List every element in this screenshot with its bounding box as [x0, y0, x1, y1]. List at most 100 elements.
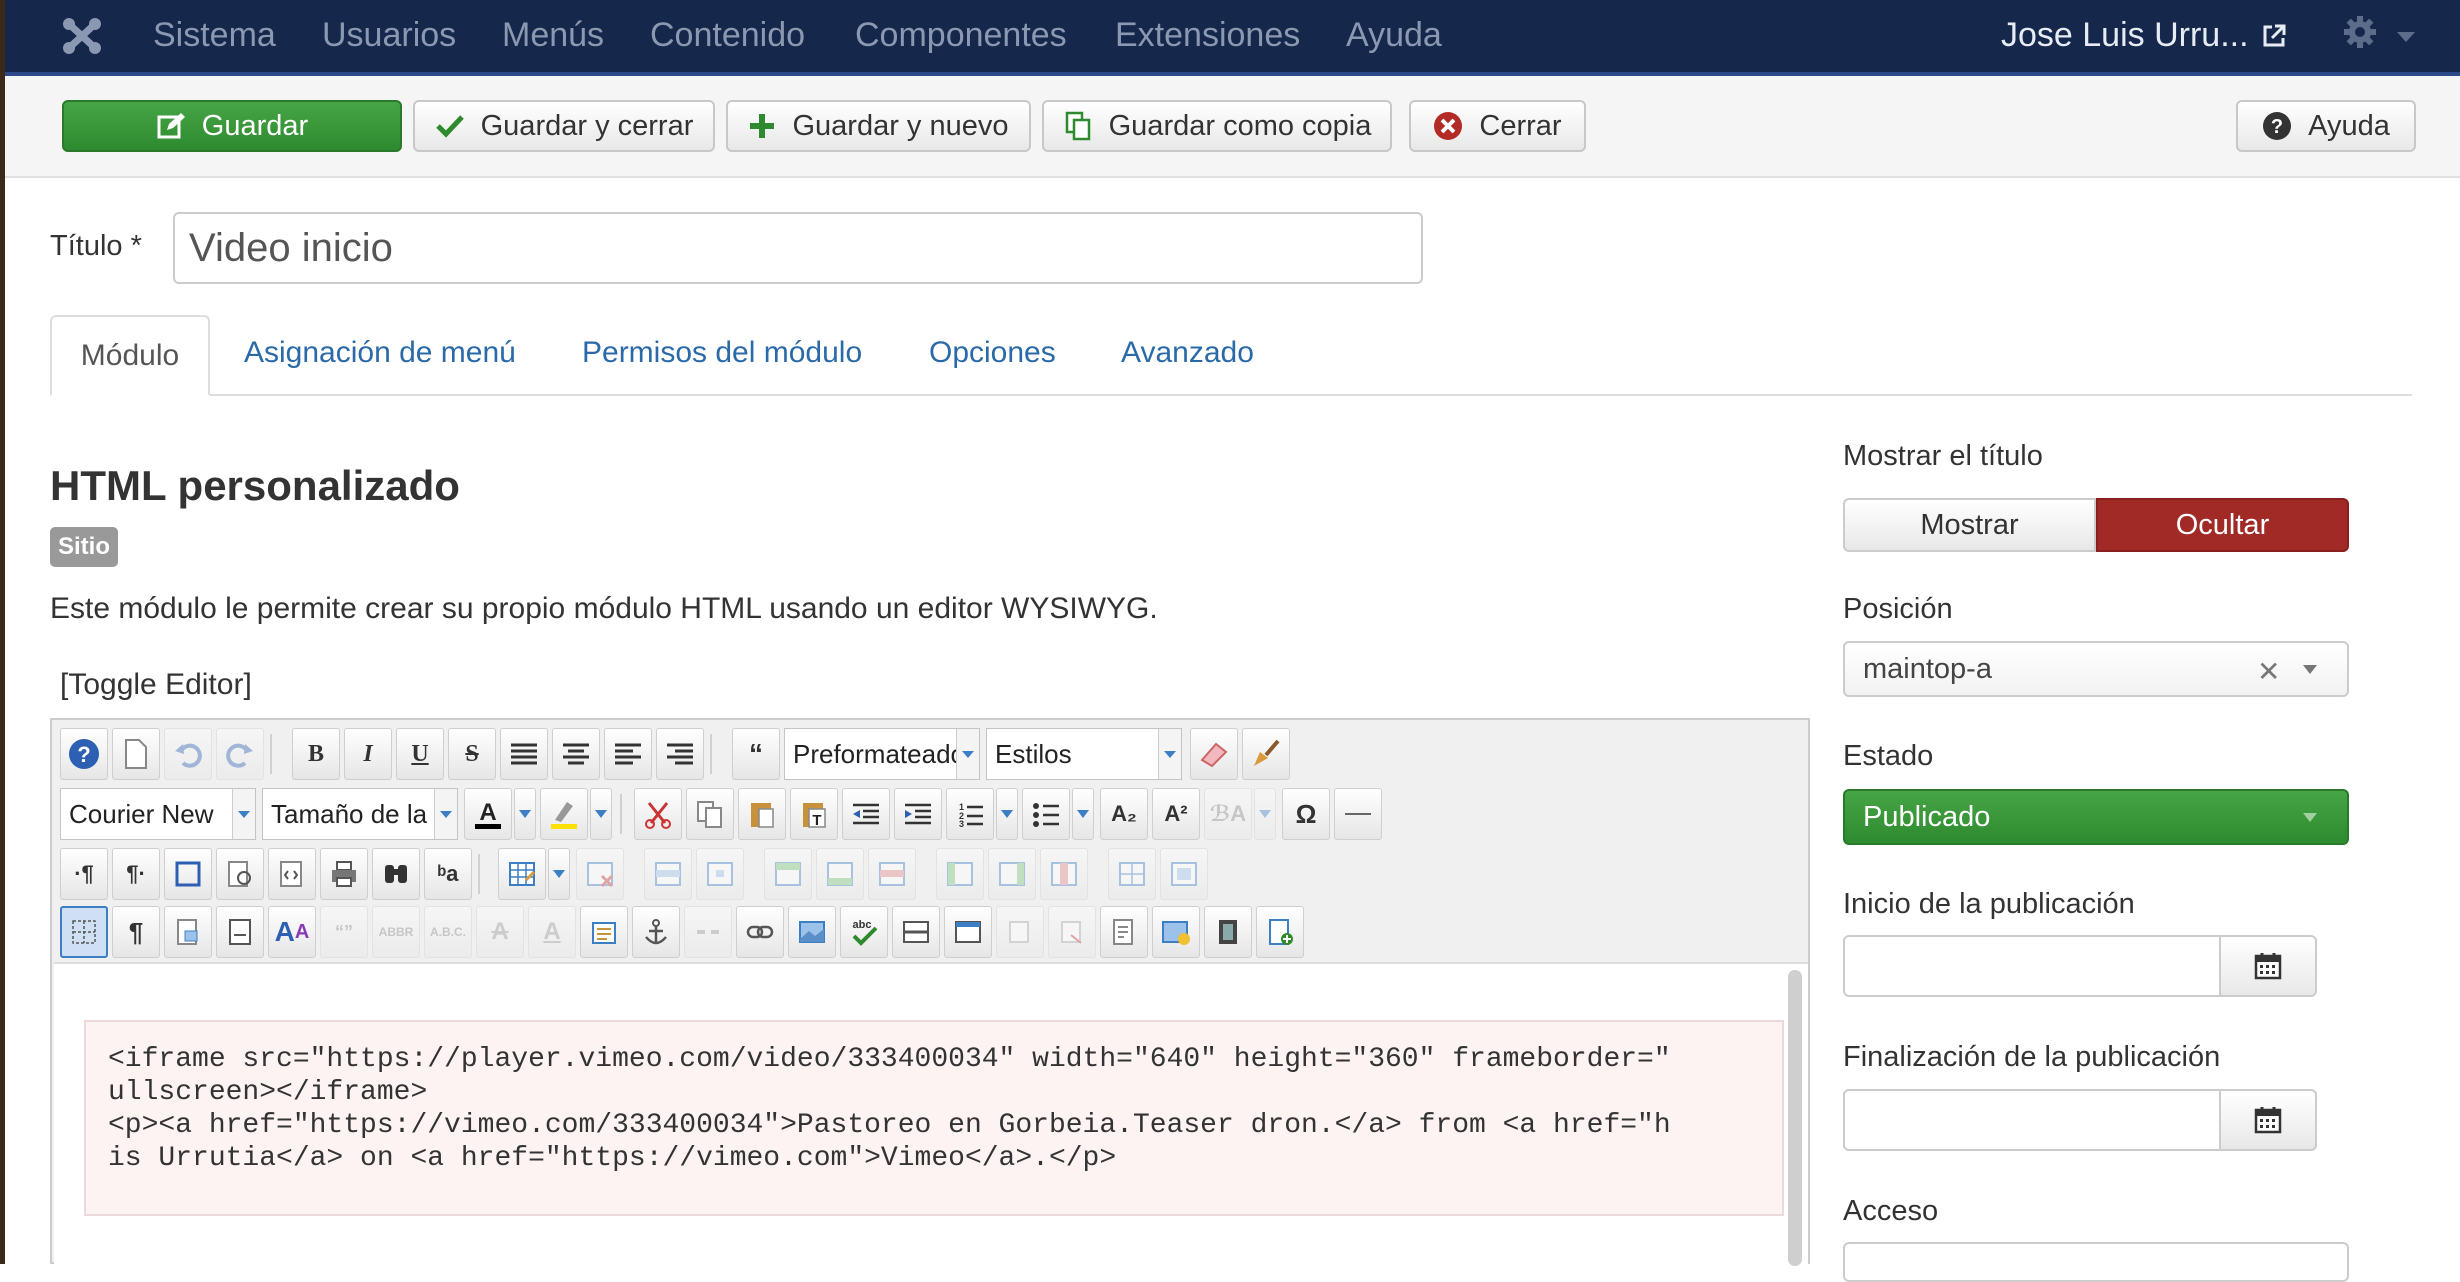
- publish-down-input[interactable]: [1843, 1089, 2221, 1151]
- page-break-icon[interactable]: [216, 906, 264, 958]
- nav-sistema[interactable]: Sistema: [153, 16, 276, 55]
- publish-up-calendar-button[interactable]: [2219, 935, 2317, 997]
- row-props-icon[interactable]: [644, 848, 692, 900]
- nav-extensiones[interactable]: Extensiones: [1115, 16, 1300, 55]
- insert-table-dropdown[interactable]: [548, 848, 570, 900]
- save-button[interactable]: Guardar: [62, 100, 402, 152]
- numbered-list-dropdown[interactable]: [996, 788, 1018, 840]
- bullet-list-icon[interactable]: [1022, 788, 1070, 840]
- eraser-icon[interactable]: [1190, 728, 1238, 780]
- editor-scrollbar-thumb[interactable]: [1788, 970, 1802, 1266]
- nav-ayuda[interactable]: Ayuda: [1346, 16, 1442, 55]
- image-icon[interactable]: [788, 906, 836, 958]
- paste-text-icon[interactable]: T: [790, 788, 838, 840]
- paste-icon[interactable]: [738, 788, 786, 840]
- outdent-icon[interactable]: [842, 788, 890, 840]
- tab-avanzado[interactable]: Avanzado: [1121, 336, 1254, 370]
- move-forward-icon[interactable]: [996, 906, 1044, 958]
- highlight-color-icon[interactable]: [540, 788, 588, 840]
- state-select[interactable]: Publicado: [1843, 789, 2349, 845]
- save-new-button[interactable]: Guardar y nuevo: [726, 100, 1031, 152]
- horizontal-rule-icon[interactable]: [1334, 788, 1382, 840]
- font-family-select[interactable]: Courier New: [60, 788, 256, 840]
- copy-icon[interactable]: [686, 788, 734, 840]
- italic-icon[interactable]: I: [344, 728, 392, 780]
- tab-asignacion-menu[interactable]: Asignación de menú: [244, 336, 516, 370]
- joomla-logo-icon[interactable]: [59, 14, 105, 58]
- underline-icon[interactable]: U: [396, 728, 444, 780]
- delete-col-icon[interactable]: [1040, 848, 1088, 900]
- layer-icon[interactable]: [944, 906, 992, 958]
- indent-icon[interactable]: [894, 788, 942, 840]
- tab-opciones[interactable]: Opciones: [929, 336, 1056, 370]
- tab-modulo[interactable]: Módulo: [50, 315, 210, 396]
- link-icon[interactable]: [736, 906, 784, 958]
- text-color-icon[interactable]: A: [464, 788, 512, 840]
- strikethrough-icon[interactable]: S: [448, 728, 496, 780]
- embed-media-icon[interactable]: [1100, 906, 1148, 958]
- delete-icon[interactable]: A: [476, 906, 524, 958]
- spellcheck-icon[interactable]: abc: [840, 906, 888, 958]
- brush-icon[interactable]: [1242, 728, 1290, 780]
- cite-icon[interactable]: “”: [320, 906, 368, 958]
- close-button[interactable]: Cerrar: [1409, 100, 1586, 152]
- help-button[interactable]: ? Ayuda: [2236, 100, 2416, 152]
- attributes-icon[interactable]: [580, 906, 628, 958]
- subscript-icon[interactable]: A₂: [1100, 788, 1148, 840]
- blockquote-icon[interactable]: “: [732, 728, 780, 780]
- access-select[interactable]: [1843, 1242, 2349, 1282]
- insert-icon[interactable]: A: [528, 906, 576, 958]
- nav-usuarios[interactable]: Usuarios: [322, 16, 456, 55]
- font-size-select[interactable]: Tamaño de la: [262, 788, 458, 840]
- save-close-button[interactable]: Guardar y cerrar: [413, 100, 715, 152]
- horizontal-line-icon[interactable]: [892, 906, 940, 958]
- text-color-dropdown[interactable]: [514, 788, 536, 840]
- numbered-list-icon[interactable]: 123: [946, 788, 994, 840]
- move-backward-icon[interactable]: [1048, 906, 1096, 958]
- source-code-icon[interactable]: [268, 848, 316, 900]
- tab-permisos[interactable]: Permisos del módulo: [582, 336, 862, 370]
- image-manager-icon[interactable]: [1152, 906, 1200, 958]
- chevron-down-icon[interactable]: [2303, 665, 2317, 674]
- acronym-icon[interactable]: A.B.C.: [424, 906, 472, 958]
- find-icon[interactable]: [372, 848, 420, 900]
- abbr-icon[interactable]: ABBR: [372, 906, 420, 958]
- show-blocks-icon[interactable]: ¶: [112, 906, 160, 958]
- user-menu[interactable]: Jose Luis Urru...: [2001, 16, 2249, 55]
- nav-contenido[interactable]: Contenido: [650, 16, 805, 55]
- superscript-icon[interactable]: A²: [1152, 788, 1200, 840]
- justify-full-icon[interactable]: [500, 728, 548, 780]
- styles-select[interactable]: Estilos: [986, 728, 1182, 780]
- publish-up-input[interactable]: [1843, 935, 2221, 997]
- insert-file-icon[interactable]: [1256, 906, 1304, 958]
- clear-icon[interactable]: ✕: [2257, 655, 2280, 688]
- text-direction-dropdown[interactable]: [1254, 788, 1276, 840]
- align-left-icon[interactable]: [604, 728, 652, 780]
- toggle-editor-link[interactable]: [Toggle Editor]: [60, 668, 252, 702]
- chevron-down-icon[interactable]: [2303, 813, 2317, 822]
- unlink-icon[interactable]: [684, 906, 732, 958]
- split-cells-icon[interactable]: [1108, 848, 1156, 900]
- show-title-hide-button[interactable]: Ocultar: [2096, 498, 2349, 552]
- gear-icon[interactable]: [2342, 14, 2378, 50]
- highlight-color-dropdown[interactable]: [590, 788, 612, 840]
- editor-content-area[interactable]: <iframe src="https://player.vimeo.com/vi…: [54, 962, 1808, 1268]
- cell-props-icon[interactable]: [696, 848, 744, 900]
- position-select[interactable]: maintop-a ✕: [1843, 641, 2349, 697]
- save-copy-button[interactable]: Guardar como copia: [1042, 100, 1392, 152]
- redo-icon[interactable]: [216, 728, 264, 780]
- format-select[interactable]: Preformateado: [784, 728, 980, 780]
- rtl-icon[interactable]: ¶·: [112, 848, 160, 900]
- nav-componentes[interactable]: Componentes: [855, 16, 1067, 55]
- visual-aid-icon[interactable]: [60, 906, 108, 958]
- print-icon[interactable]: [320, 848, 368, 900]
- ltr-icon[interactable]: ·¶: [60, 848, 108, 900]
- insert-col-after-icon[interactable]: [988, 848, 1036, 900]
- preformatted-code-block[interactable]: <iframe src="https://player.vimeo.com/vi…: [84, 1020, 1784, 1216]
- undo-icon[interactable]: [164, 728, 212, 780]
- align-right-icon[interactable]: [656, 728, 704, 780]
- insert-table-icon[interactable]: [498, 848, 546, 900]
- new-document-icon[interactable]: [112, 728, 160, 780]
- styles-icon[interactable]: AA: [268, 906, 316, 958]
- chevron-down-icon[interactable]: [2397, 32, 2415, 42]
